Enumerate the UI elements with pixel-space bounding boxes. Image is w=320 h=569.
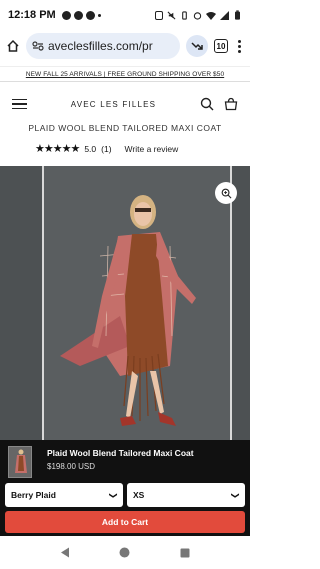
sticky-product-price: $198.00 USD [47, 462, 96, 471]
rating-row: ★★★★★ 5.0 (1) Write a review [35, 142, 178, 155]
site-header: AVEC LES FILLES [0, 90, 250, 118]
product-thumbnail [8, 446, 32, 478]
home-icon[interactable] [6, 39, 20, 53]
zoom-button[interactable] [215, 182, 237, 204]
star-rating-icon: ★★★★★ [35, 143, 80, 155]
vibrate-icon [182, 10, 187, 20]
system-icons [155, 10, 242, 20]
product-photo [0, 166, 250, 440]
mute-icon [167, 11, 176, 19]
battery-icon [235, 10, 240, 20]
promo-banner-link[interactable]: NEW FALL 25 ARRIVALS | FREE GROUND SHIPP… [0, 66, 250, 82]
messenger-icon [85, 10, 95, 20]
messenger-icon [73, 10, 83, 20]
menu-icon[interactable] [12, 98, 27, 110]
recents-icon[interactable] [180, 548, 190, 558]
notification-icons [61, 10, 101, 20]
system-navigation-bar [0, 536, 250, 569]
search-icon[interactable] [200, 97, 214, 111]
product-thumbnail-image [9, 447, 31, 477]
status-time: 12:18 PM [8, 9, 56, 21]
tab-switcher-button[interactable]: 10 [214, 39, 228, 53]
alarm-icon [193, 11, 202, 20]
product-title: PLAID WOOL BLEND TAILORED MAXI COAT [28, 123, 222, 133]
cart-icon[interactable] [224, 97, 238, 111]
kebab-dot-icon [237, 44, 241, 48]
review-count[interactable]: (1) [101, 144, 111, 154]
address-bar[interactable]: aveclesfilles.com/pr [26, 33, 180, 59]
add-to-cart-button[interactable]: Add to Cart [5, 511, 245, 533]
wifi-icon [206, 11, 216, 20]
signal-icon [220, 10, 229, 20]
browser-toolbar: aveclesfilles.com/pr 10 [0, 30, 250, 62]
trending-down-icon [190, 42, 203, 50]
messenger-icon [61, 10, 71, 20]
home-circle-icon[interactable] [119, 547, 130, 558]
site-logo[interactable]: AVEC LES FILLES [27, 100, 200, 109]
sticky-product-name: Plaid Wool Blend Tailored Maxi Coat [47, 448, 194, 458]
rating-value: 5.0 [84, 143, 97, 154]
chevron-down-icon: ❯ [109, 491, 119, 499]
nfc-icon [155, 10, 163, 20]
color-select[interactable]: Berry Plaid ❯ [5, 483, 123, 507]
price-tracking-button[interactable] [186, 35, 208, 57]
sticky-add-to-cart-bar: Plaid Wool Blend Tailored Maxi Coat $198… [0, 440, 250, 536]
kebab-dot-icon [237, 49, 241, 53]
more-notifications-icon [97, 13, 101, 17]
size-select[interactable]: XS ❯ [127, 483, 245, 507]
kebab-dot-icon [237, 39, 241, 43]
write-review-link[interactable]: Write a review [125, 144, 179, 154]
zoom-in-icon [221, 188, 231, 198]
size-select-value: XS [133, 490, 145, 500]
color-select-value: Berry Plaid [11, 490, 56, 500]
url-text: aveclesfilles.com/pr [48, 39, 153, 53]
chevron-down-icon: ❯ [231, 491, 241, 499]
back-icon[interactable] [60, 547, 70, 558]
status-bar: 12:18 PM [0, 0, 250, 30]
browser-menu-button[interactable] [234, 39, 244, 53]
product-image-gallery[interactable] [0, 166, 250, 440]
site-settings-icon[interactable] [32, 41, 44, 51]
